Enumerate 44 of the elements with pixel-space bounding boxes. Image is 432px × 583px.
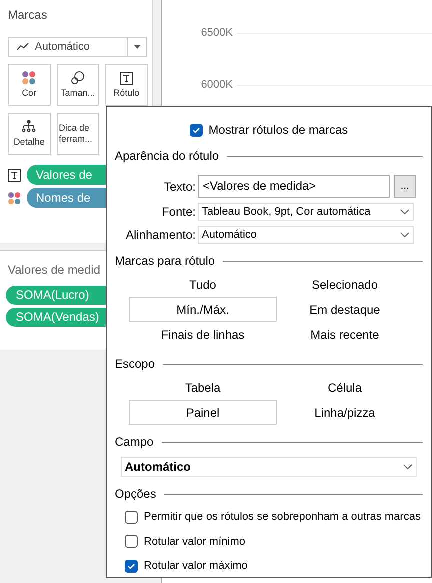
checkbox[interactable] xyxy=(125,510,138,524)
panel-title: Valores de medid xyxy=(8,262,100,279)
axis-label: 6000K xyxy=(200,78,234,93)
axis-label: 6500K xyxy=(200,26,234,41)
label-option[interactable]: Mín./Máx. xyxy=(129,297,277,322)
more-button[interactable]: ... xyxy=(394,175,416,198)
hierarchy-icon xyxy=(22,120,36,134)
panel-title: Marcas xyxy=(8,7,48,24)
mark-type-dropdown[interactable]: Automático xyxy=(8,37,147,57)
marks-card-button[interactable]: Dica de ferram... xyxy=(56,113,100,155)
chevron-down-icon xyxy=(403,464,413,470)
color-dots-icon xyxy=(8,192,21,204)
checkbox[interactable] xyxy=(125,560,138,573)
field-label: Alinhamento: xyxy=(124,227,197,244)
checkbox-label: Mostrar rótulos de marcas xyxy=(208,122,348,139)
chevron-down-icon xyxy=(400,232,410,238)
section-title: Campo xyxy=(115,434,154,451)
marks-card-button[interactable]: Taman... xyxy=(56,64,100,106)
field-dropdown[interactable]: Automático xyxy=(121,457,417,477)
line-chart-icon xyxy=(17,43,29,51)
color-dots-icon xyxy=(22,71,36,85)
section-title: Opções xyxy=(115,486,156,503)
font-dropdown[interactable]: Tableau Book, 9pt, Cor automática xyxy=(198,203,414,221)
text-field[interactable]: <Valores de medida> xyxy=(198,175,390,198)
field-label: Texto: xyxy=(162,178,197,196)
marks-card-button[interactable]: Cor xyxy=(8,64,51,106)
marks-card-button[interactable]: Rótulo xyxy=(105,64,148,106)
size-circles-icon xyxy=(70,71,85,85)
checkbox-label: Rotular valor máximo xyxy=(144,559,248,574)
section-title: Aparência do rótulo xyxy=(115,148,220,165)
alignment-dropdown[interactable]: Automático xyxy=(198,226,414,244)
caret-down-icon xyxy=(134,45,140,49)
checkbox[interactable] xyxy=(190,124,203,136)
checkbox-label: Permitir que os rótulos se sobreponham a outras marcas xyxy=(144,510,421,525)
label-option[interactable]: Painel xyxy=(129,400,277,425)
checkbox-label: Rotular valor mínimo xyxy=(144,534,246,550)
text-box-icon xyxy=(8,168,21,182)
marks-card-button[interactable]: Detalhe xyxy=(8,113,51,155)
checkbox[interactable] xyxy=(125,535,138,548)
field-label: Fonte: xyxy=(160,204,197,221)
chevron-down-icon xyxy=(400,209,410,215)
section-title: Escopo xyxy=(115,356,156,373)
text-box-icon xyxy=(120,72,134,84)
section-title: Marcas para rótulo xyxy=(115,253,216,270)
